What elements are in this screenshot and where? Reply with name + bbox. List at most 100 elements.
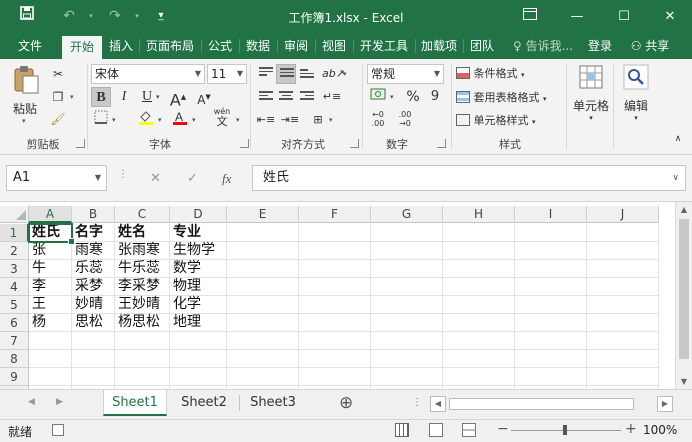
cell-e6[interactable] [227,314,299,332]
row-header-4[interactable]: 4 [0,278,29,296]
cell-b4[interactable]: 采梦 [72,278,115,296]
cell-styles-button[interactable]: 单元格样式 ▾ [456,112,566,130]
tab-file[interactable]: 文件 [10,33,50,59]
fill-color-icon[interactable] [136,110,156,130]
cell-c2[interactable]: 张雨寒 [115,242,170,260]
cell-e2[interactable] [227,242,299,260]
column-header-g[interactable]: G [371,206,443,223]
cell-f8[interactable] [299,350,371,368]
sheet-tab-1[interactable]: Sheet1 [103,390,167,416]
wrap-text-icon[interactable]: ↵≡ [322,87,342,107]
cell-g3[interactable] [371,260,443,278]
insert-function-icon[interactable]: fx [222,171,231,187]
cell-i6[interactable] [515,314,587,332]
scroll-right-icon[interactable]: ▶ [657,396,673,412]
cell-d3[interactable]: 数学 [170,260,227,278]
cell-i1[interactable] [515,224,587,242]
cell-i2[interactable] [515,242,587,260]
cell-h7[interactable] [443,332,515,350]
cell-b3[interactable]: 乐蕊 [72,260,115,278]
cell-a2[interactable]: 张 [29,242,72,260]
copy-dropdown-icon[interactable]: ▾ [70,93,74,101]
row-header-5[interactable]: 5 [0,296,29,314]
cell-d9[interactable] [170,368,227,386]
row-header-6[interactable]: 6 [0,314,29,332]
increase-indent-icon[interactable]: ⇥≡ [280,110,300,130]
select-all-corner[interactable] [0,206,29,223]
cell-a7[interactable] [29,332,72,350]
save-icon[interactable] [16,6,38,26]
cell-b2[interactable]: 雨寒 [72,242,115,260]
cell-j2[interactable] [587,242,659,260]
cell-a8[interactable] [29,350,72,368]
cell-a3[interactable]: 牛 [29,260,72,278]
cell-e4[interactable] [227,278,299,296]
merge-dropdown-icon[interactable]: ▾ [329,116,333,124]
column-header-e[interactable]: E [227,206,299,223]
cell-f9[interactable] [299,368,371,386]
cell-j7[interactable] [587,332,659,350]
cell-f5[interactable] [299,296,371,314]
font-color-icon[interactable]: A [170,110,190,130]
enter-icon[interactable]: ✓ [187,171,198,186]
cancel-icon[interactable]: ✕ [150,171,161,186]
collapse-ribbon-icon[interactable]: ∧ [668,129,688,149]
cell-i5[interactable] [515,296,587,314]
customize-qat-icon[interactable]: ▾̲ [150,6,172,26]
cells-button[interactable]: 单元格 ▾ [573,64,609,134]
sheet-tab-2[interactable]: Sheet2 [172,390,236,416]
cell-d4[interactable]: 物理 [170,278,227,296]
cell-g5[interactable] [371,296,443,314]
cell-h6[interactable] [443,314,515,332]
tab-review[interactable]: 审阅 [279,33,313,59]
tab-insert[interactable]: 插入 [104,33,138,59]
increase-decimal-icon[interactable]: ←0.00 [368,110,388,130]
cell-h5[interactable] [443,296,515,314]
scroll-left-icon[interactable]: ◀ [430,396,446,412]
cell-b8[interactable] [72,350,115,368]
cell-a5[interactable]: 王 [29,296,72,314]
copy-icon[interactable]: ❐ [48,87,68,107]
cell-j8[interactable] [587,350,659,368]
cell-j3[interactable] [587,260,659,278]
macro-record-icon[interactable] [52,424,64,436]
cell-a9[interactable] [29,368,72,386]
cell-h2[interactable] [443,242,515,260]
cell-g1[interactable] [371,224,443,242]
currency-icon[interactable] [368,87,388,107]
cell-j9[interactable] [587,368,659,386]
scroll-down-icon[interactable]: ▼ [676,374,692,389]
expand-formula-icon[interactable]: ∨ [672,166,679,190]
cell-h8[interactable] [443,350,515,368]
percent-button[interactable]: % [403,87,423,107]
cell-d2[interactable]: 生物学 [170,242,227,260]
redo-dropdown-icon[interactable]: ▾ [126,6,148,26]
phonetic-dropdown-icon[interactable]: ▾ [236,116,240,124]
scroll-up-icon[interactable]: ▲ [676,202,692,218]
cell-d7[interactable] [170,332,227,350]
cell-i4[interactable] [515,278,587,296]
zoom-out-icon[interactable]: − [497,421,509,437]
phonetic-guide-button[interactable]: wén 文 [212,107,232,127]
cell-j4[interactable] [587,278,659,296]
align-middle-icon[interactable] [276,64,296,84]
cell-e5[interactable] [227,296,299,314]
page-break-view-icon[interactable] [462,423,476,437]
scroll-thumb-horizontal[interactable] [449,398,634,410]
login-link[interactable]: 登录 [582,33,618,59]
column-header-a[interactable]: A [29,206,72,223]
cell-h9[interactable] [443,368,515,386]
ribbon-display-icon[interactable] [510,0,550,33]
cell-g6[interactable] [371,314,443,332]
page-layout-view-icon[interactable] [429,423,443,437]
row-header-7[interactable]: 7 [0,332,29,350]
normal-view-icon[interactable] [395,423,409,437]
row-header-2[interactable]: 2 [0,242,29,260]
cell-g4[interactable] [371,278,443,296]
column-header-j[interactable]: J [587,206,659,223]
font-size-combo[interactable]: 11 ▼ [207,64,247,84]
cell-c3[interactable]: 牛乐蕊 [115,260,170,278]
cell-c1[interactable]: 姓名 [115,224,170,242]
cell-h3[interactable] [443,260,515,278]
zoom-slider[interactable] [511,425,621,435]
